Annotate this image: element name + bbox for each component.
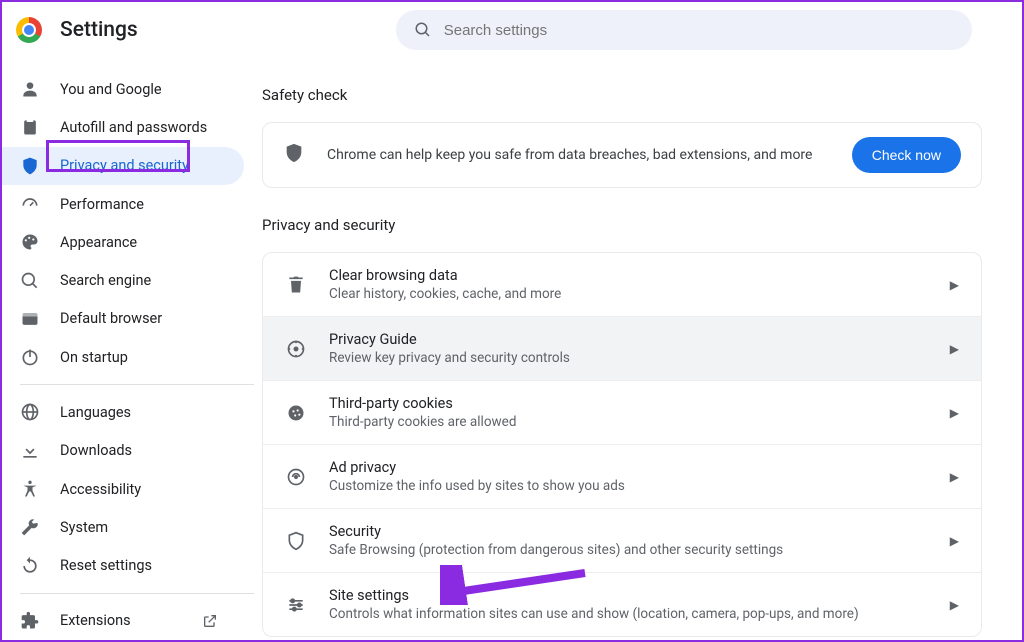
chevron-right-icon: ▶ [950, 534, 959, 548]
sidebar-item-accessibility[interactable]: Accessibility [2, 470, 244, 508]
row-title: Privacy Guide [329, 331, 928, 348]
sidebar-item-label: Downloads [60, 442, 132, 459]
sidebar-divider [20, 593, 254, 594]
shield-filled-icon [283, 142, 305, 168]
row-clear-browsing-data[interactable]: Clear browsing data Clear history, cooki… [263, 253, 981, 316]
chevron-right-icon: ▶ [950, 470, 959, 484]
power-icon [20, 347, 40, 367]
browser-icon [20, 309, 40, 329]
sidebar-item-search-engine[interactable]: Search engine [2, 261, 244, 299]
sidebar-item-label: System [60, 519, 108, 536]
row-title: Clear browsing data [329, 267, 928, 284]
sidebar-item-extensions[interactable]: Extensions [2, 602, 244, 640]
sidebar-item-privacy[interactable]: Privacy and security [2, 147, 244, 185]
trash-icon [285, 274, 307, 296]
sidebar-item-reset[interactable]: Reset settings [2, 547, 244, 585]
sidebar-item-label: Privacy and security [60, 157, 189, 174]
row-privacy-guide[interactable]: Privacy Guide Review key privacy and sec… [263, 316, 981, 380]
sliders-icon [285, 594, 307, 616]
clipboard-icon [20, 117, 40, 137]
page-title: Settings [60, 18, 138, 42]
sidebar-item-default-browser[interactable]: Default browser [2, 300, 244, 338]
sidebar-item-label: On startup [60, 349, 128, 366]
safety-check-heading: Safety check [262, 86, 982, 104]
sidebar-item-you-and-google[interactable]: You and Google [2, 70, 244, 108]
check-now-button[interactable]: Check now [852, 137, 961, 173]
sidebar: You and Google Autofill and passwords Pr… [2, 58, 262, 640]
speedometer-icon [20, 194, 40, 214]
search-icon [414, 21, 432, 39]
row-security[interactable]: Security Safe Browsing (protection from … [263, 508, 981, 572]
search-icon [20, 271, 40, 291]
sidebar-divider [20, 384, 254, 385]
row-subtitle: Controls what information sites can use … [329, 606, 928, 622]
row-third-party-cookies[interactable]: Third-party cookies Third-party cookies … [263, 380, 981, 444]
main-content: Safety check Chrome can help keep you sa… [262, 58, 1022, 640]
chevron-right-icon: ▶ [950, 598, 959, 612]
row-subtitle: Safe Browsing (protection from dangerous… [329, 542, 928, 558]
row-subtitle: Review key privacy and security controls [329, 350, 928, 366]
sidebar-item-appearance[interactable]: Appearance [2, 223, 244, 261]
app-header: Settings [2, 2, 1022, 58]
sidebar-item-label: Extensions [60, 612, 131, 629]
person-icon [20, 79, 40, 99]
row-title: Security [329, 523, 928, 540]
sidebar-item-label: Performance [60, 196, 144, 213]
sidebar-item-label: Accessibility [60, 481, 141, 498]
chevron-right-icon: ▶ [950, 406, 959, 420]
sidebar-item-label: Default browser [60, 310, 162, 327]
compass-icon [285, 338, 307, 360]
row-title: Ad privacy [329, 459, 928, 476]
chevron-right-icon: ▶ [950, 278, 959, 292]
globe-icon [20, 402, 40, 422]
row-ad-privacy[interactable]: Ad privacy Customize the info used by si… [263, 444, 981, 508]
sidebar-item-label: You and Google [60, 81, 162, 98]
download-icon [20, 441, 40, 461]
reset-icon [20, 556, 40, 576]
sidebar-item-performance[interactable]: Performance [2, 185, 244, 223]
sidebar-item-label: Languages [60, 404, 131, 421]
row-subtitle: Customize the info used by sites to show… [329, 478, 928, 494]
sidebar-item-label: Search engine [60, 272, 151, 289]
chevron-right-icon: ▶ [950, 342, 959, 356]
search-input[interactable] [444, 22, 954, 39]
row-subtitle: Clear history, cookies, cache, and more [329, 286, 928, 302]
sidebar-item-label: Autofill and passwords [60, 119, 207, 136]
sidebar-item-label: Reset settings [60, 557, 152, 574]
palette-icon [20, 232, 40, 252]
sidebar-item-downloads[interactable]: Downloads [2, 432, 244, 470]
sidebar-item-on-startup[interactable]: On startup [2, 338, 244, 376]
shield-outline-icon [285, 530, 307, 552]
privacy-heading: Privacy and security [262, 216, 982, 234]
chrome-logo-icon [16, 17, 42, 43]
safety-check-card: Chrome can help keep you safe from data … [262, 122, 982, 188]
row-title: Site settings [329, 587, 928, 604]
sidebar-item-autofill[interactable]: Autofill and passwords [2, 108, 244, 146]
accessibility-icon [20, 479, 40, 499]
shield-icon [20, 156, 40, 176]
extension-icon [20, 611, 40, 631]
row-subtitle: Third-party cookies are allowed [329, 414, 928, 430]
search-container[interactable] [396, 10, 972, 50]
wrench-icon [20, 517, 40, 537]
external-link-icon [200, 611, 220, 631]
row-title: Third-party cookies [329, 395, 928, 412]
sidebar-item-label: Appearance [60, 234, 137, 251]
cookie-icon [285, 402, 307, 424]
privacy-card: Clear browsing data Clear history, cooki… [262, 252, 982, 637]
sidebar-item-languages[interactable]: Languages [2, 393, 244, 431]
sidebar-item-system[interactable]: System [2, 508, 244, 546]
ad-privacy-icon [285, 466, 307, 488]
safety-check-description: Chrome can help keep you safe from data … [327, 147, 830, 163]
row-site-settings[interactable]: Site settings Controls what information … [263, 572, 981, 636]
